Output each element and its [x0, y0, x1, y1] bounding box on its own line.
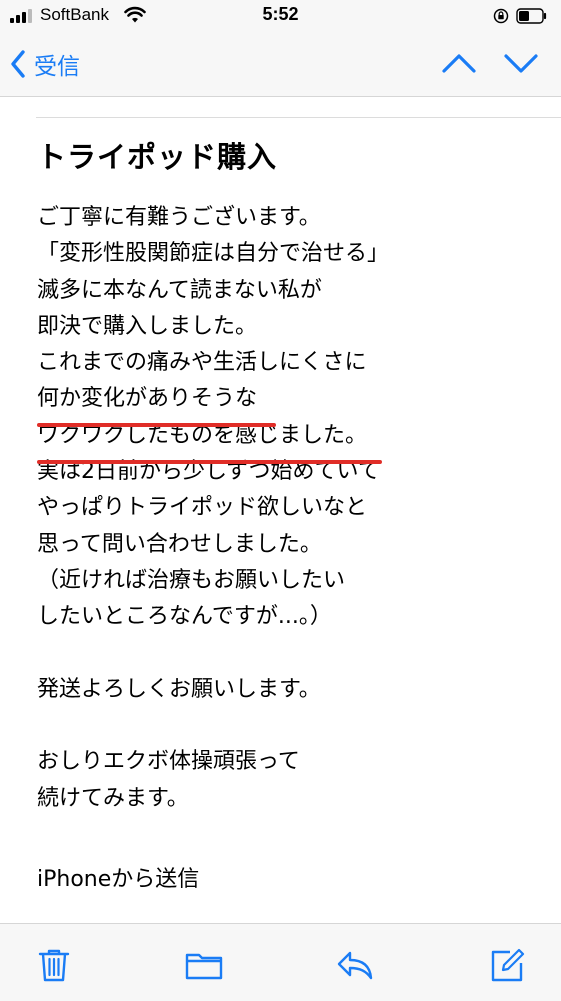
- body-line: したいところなんですが...。）: [37, 604, 332, 630]
- back-button[interactable]: 受信: [10, 48, 80, 80]
- compose-icon: [491, 948, 525, 982]
- compose-button[interactable]: [488, 946, 526, 984]
- move-to-folder-button[interactable]: [185, 946, 223, 984]
- body-line-blank: [37, 636, 537, 672]
- email-subject: トライポッド購入: [37, 140, 278, 174]
- battery-icon: [516, 8, 547, 24]
- delete-button[interactable]: [35, 946, 73, 984]
- email-signature: iPhoneから送信: [37, 867, 200, 892]
- email-body: ご丁寧に有難うございます。 「変形性股関節症は自分で治せる」 滅多に本なんて読ま…: [37, 200, 537, 817]
- red-underline-mark: [37, 423, 276, 427]
- rotation-lock-icon: [493, 8, 509, 24]
- navigation-bar: 受信: [0, 32, 561, 97]
- trash-icon: [38, 949, 70, 982]
- chevron-up-icon[interactable]: [442, 49, 476, 77]
- body-line: 続けてみます。: [37, 785, 189, 811]
- chevron-down-icon[interactable]: [504, 49, 538, 77]
- body-line: （近ければ治療もお願いしたい: [37, 567, 346, 593]
- chevron-left-icon: [11, 50, 25, 78]
- body-line: 思って問い合わせしました。: [37, 531, 322, 557]
- body-line-blank: [37, 708, 537, 744]
- reply-button[interactable]: [336, 946, 374, 984]
- bottom-toolbar: [0, 923, 561, 1001]
- body-line-highlighted: 何か変化がありそうな: [37, 386, 258, 412]
- body-line: 「変形性股関節症は自分で治せる」: [37, 241, 390, 267]
- red-underline-mark: [37, 460, 382, 464]
- reply-icon: [337, 951, 373, 980]
- body-line: ご丁寧に有難うございます。: [37, 205, 321, 230]
- folder-icon: [185, 953, 223, 980]
- body-line: 滅多に本なんて読まない私が: [37, 277, 322, 303]
- body-line: 発送よろしくお願いします。: [37, 676, 321, 702]
- header-divider: [36, 117, 561, 118]
- clock-time: 5:52: [262, 4, 299, 24]
- body-line: これまでの痛みや生活しにくさに: [37, 350, 367, 376]
- status-bar: SoftBank 5:52: [0, 0, 561, 32]
- body-line: 即決で購入しました。: [37, 313, 258, 339]
- back-button-label: 受信: [34, 54, 80, 80]
- body-line: やっぱりトライポッド欲しいなと: [37, 495, 368, 521]
- body-line: おしりエクボ体操頑張って: [37, 749, 300, 775]
